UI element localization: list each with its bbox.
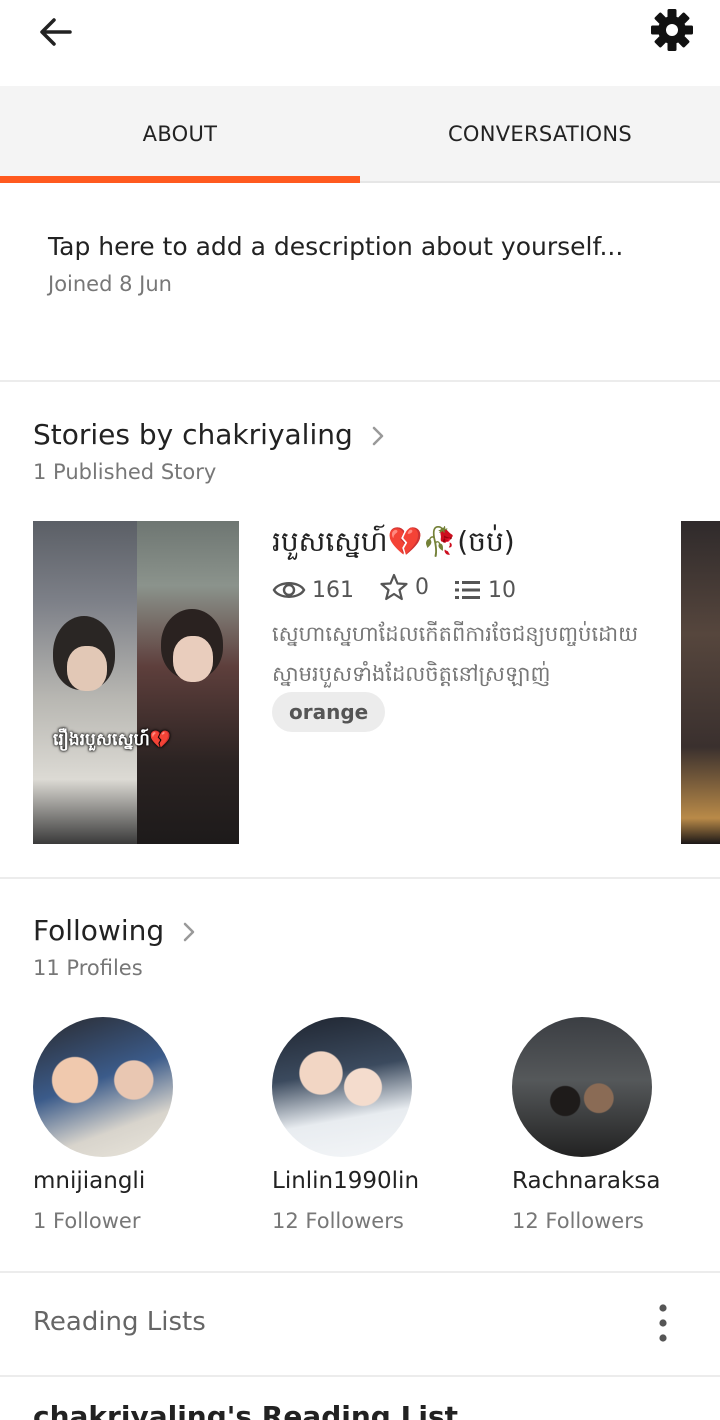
story-title[interactable]: របួសស្នេហ៍💔🥀(ចប់) — [272, 524, 515, 565]
stories-section-title: Stories by chakriyaling — [33, 418, 353, 451]
eye-icon — [272, 582, 306, 598]
profile-username[interactable]: mnijiangli — [33, 1168, 145, 1194]
next-story-cover-peek[interactable] — [681, 521, 720, 844]
story-tag[interactable]: orange — [272, 692, 386, 732]
votes-stat: 0 — [379, 572, 429, 602]
section-divider — [0, 877, 720, 879]
reading-lists-label: Reading Lists — [33, 1307, 206, 1337]
views-stat: 161 — [272, 578, 354, 603]
profile-follower-count: 12 Followers — [512, 1209, 644, 1233]
tab-about-label: ABOUT — [142, 122, 218, 146]
tab-conversations[interactable]: CONVERSATIONS — [360, 86, 720, 181]
following-section-header[interactable]: Following — [33, 914, 197, 947]
votes-count: 0 — [415, 574, 429, 600]
chevron-right-icon — [372, 426, 383, 446]
avatar[interactable] — [512, 1017, 652, 1157]
avatar[interactable] — [33, 1017, 173, 1157]
chevron-right-icon — [183, 922, 195, 942]
profile-follower-count: 1 Follower — [33, 1209, 141, 1233]
parts-stat: 10 — [454, 578, 516, 603]
arrow-left-icon[interactable] — [34, 10, 78, 54]
tab-conversations-label: CONVERSATIONS — [447, 122, 633, 146]
cover-figure-face — [67, 646, 107, 691]
gear-icon[interactable] — [648, 6, 696, 54]
more-vertical-icon[interactable] — [650, 1300, 676, 1346]
tab-about[interactable]: ABOUT — [0, 86, 360, 183]
cover-right-panel — [137, 521, 239, 844]
reading-list-title[interactable]: chakriyaling's Reading List — [33, 1400, 458, 1420]
profile-username[interactable]: Rachnaraksa — [512, 1168, 660, 1194]
section-divider — [0, 1375, 720, 1377]
list-icon — [455, 581, 480, 599]
active-tab-indicator — [0, 176, 360, 183]
section-divider — [0, 1271, 720, 1273]
cover-figure-face — [173, 636, 213, 682]
following-count: 11 Profiles — [33, 956, 143, 980]
stories-count: 1 Published Story — [33, 460, 217, 484]
story-stats: 161 0 10 — [272, 572, 534, 606]
parts-count: 10 — [488, 577, 516, 603]
profile-tabs: ABOUT CONVERSATIONS — [0, 86, 720, 183]
following-section-title: Following — [33, 914, 165, 947]
joined-date: Joined 8 Jun — [48, 272, 172, 296]
section-divider — [0, 380, 720, 382]
story-cover-image[interactable]: រឿងរបួសស្នេហ៍💔 — [33, 521, 239, 844]
add-description-prompt[interactable]: Tap here to add a description about your… — [48, 232, 623, 261]
profile-follower-count: 12 Followers — [272, 1209, 404, 1233]
views-count: 161 — [312, 577, 354, 603]
profile-username[interactable]: Linlin1990lin — [272, 1168, 419, 1194]
story-description: ស្នេហាស្នេហាដែលកើតពីការចែជន្យបញ្ចប់ដោយស្… — [272, 622, 639, 686]
cover-caption: រឿងរបួសស្នេហ៍💔 — [53, 730, 171, 750]
stories-section-header[interactable]: Stories by chakriyaling — [33, 418, 386, 451]
top-bar — [0, 0, 720, 86]
star-icon — [380, 573, 408, 601]
avatar[interactable] — [272, 1017, 412, 1157]
